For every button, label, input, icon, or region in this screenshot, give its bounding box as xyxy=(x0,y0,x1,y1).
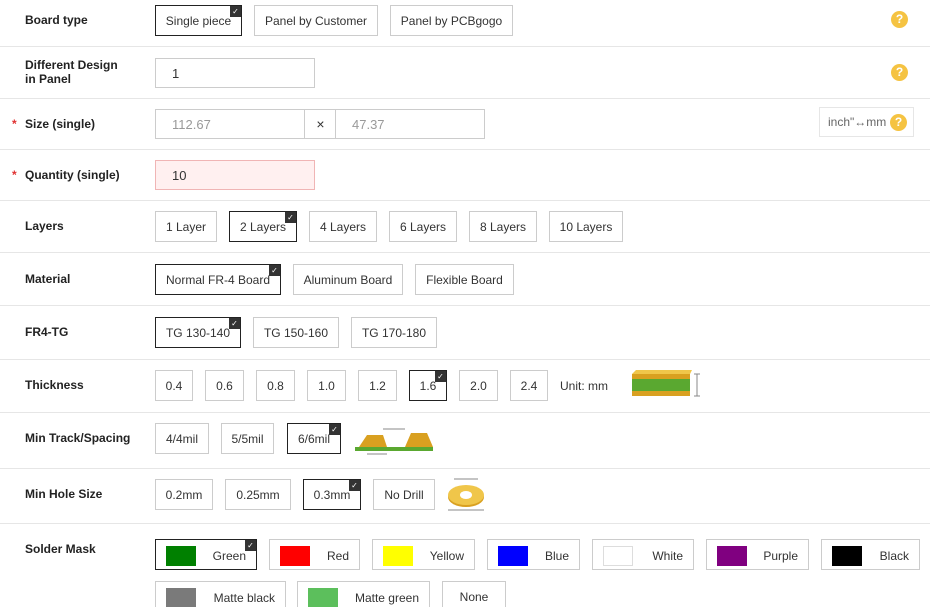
row-fr4-tg: FR4-TG TG 130-140 TG 150-160 TG 170-180 xyxy=(0,306,930,360)
hole-option-0-3[interactable]: 0.3mm xyxy=(303,479,361,510)
thickness-label: Thickness xyxy=(25,378,84,392)
layers-option-6[interactable]: 6 Layers xyxy=(389,211,457,242)
track-option-5-5[interactable]: 5/5mil xyxy=(221,423,274,454)
thickness-option-0-6[interactable]: 0.6 xyxy=(205,370,244,401)
material-option-fr4[interactable]: Normal FR-4 Board xyxy=(155,264,281,295)
material-label: Material xyxy=(25,272,71,286)
color-swatch xyxy=(308,588,338,607)
layers-option-1[interactable]: 1 Layer xyxy=(155,211,217,242)
hole-size-illustration-icon xyxy=(448,478,484,511)
fr4-tg-label: FR4-TG xyxy=(25,325,69,339)
required-mark: * xyxy=(12,168,17,182)
solder-mask-none[interactable]: None xyxy=(442,581,506,607)
size-label: Size (single) xyxy=(25,117,96,131)
board-thickness-illustration-icon xyxy=(632,370,700,397)
color-swatch xyxy=(717,546,747,566)
layers-option-4[interactable]: 4 Layers xyxy=(309,211,377,242)
color-swatch xyxy=(498,546,528,566)
different-design-label-line2: in Panel xyxy=(25,72,72,86)
solder-mask-white[interactable]: White xyxy=(592,539,694,570)
material-option-flexible[interactable]: Flexible Board xyxy=(415,264,514,295)
track-option-4-4[interactable]: 4/4mil xyxy=(155,423,209,454)
layers-option-2[interactable]: 2 Layers xyxy=(229,211,297,242)
quantity-label: Quantity (single) xyxy=(25,168,120,182)
size-height-input[interactable] xyxy=(335,109,485,139)
hole-option-no-drill[interactable]: No Drill xyxy=(373,479,435,510)
layers-option-8[interactable]: 8 Layers xyxy=(469,211,537,242)
solder-mask-purple[interactable]: Purple xyxy=(706,539,809,570)
color-swatch xyxy=(603,546,633,566)
hole-option-0-2[interactable]: 0.2mm xyxy=(155,479,213,510)
solder-mask-label: Solder Mask xyxy=(25,542,96,556)
row-material: Material Normal FR-4 Board Aluminum Boar… xyxy=(0,253,930,306)
row-quantity: * Quantity (single) xyxy=(0,150,930,201)
quantity-input[interactable] xyxy=(155,160,315,190)
help-icon[interactable]: ? xyxy=(891,11,908,28)
color-swatch xyxy=(832,546,862,566)
thickness-option-1-2[interactable]: 1.2 xyxy=(358,370,397,401)
size-separator: × xyxy=(305,109,336,139)
solder-mask-blue[interactable]: Blue xyxy=(487,539,580,570)
color-swatch xyxy=(383,546,413,566)
solder-mask-yellow[interactable]: Yellow xyxy=(372,539,475,570)
row-different-design: Different Design in Panel ? xyxy=(0,47,930,99)
hole-option-0-25[interactable]: 0.25mm xyxy=(225,479,291,510)
row-min-track: Min Track/Spacing 4/4mil 5/5mil 6/6mil xyxy=(0,413,930,469)
thickness-option-1-0[interactable]: 1.0 xyxy=(307,370,346,401)
layers-option-10[interactable]: 10 Layers xyxy=(549,211,623,242)
color-swatch xyxy=(280,546,310,566)
different-design-label-line1: Different Design xyxy=(25,58,118,72)
thickness-option-2-4[interactable]: 2.4 xyxy=(510,370,548,401)
solder-mask-matte-black[interactable]: Matte black xyxy=(155,581,286,607)
row-thickness: Thickness 0.4 0.6 0.8 1.0 1.2 1.6 2.0 2.… xyxy=(0,360,930,413)
track-spacing-illustration-icon xyxy=(355,428,433,455)
thickness-option-0-4[interactable]: 0.4 xyxy=(155,370,193,401)
material-option-aluminum[interactable]: Aluminum Board xyxy=(293,264,403,295)
solder-mask-green[interactable]: Green xyxy=(155,539,257,570)
thickness-option-2-0[interactable]: 2.0 xyxy=(459,370,498,401)
fr4-tg-option-150[interactable]: TG 150-160 xyxy=(253,317,339,348)
different-design-input[interactable] xyxy=(155,58,315,88)
unit-toggle-label: inch"↔mm xyxy=(828,115,887,129)
solder-mask-matte-green[interactable]: Matte green xyxy=(297,581,430,607)
thickness-unit: Unit: mm xyxy=(560,379,608,393)
row-solder-mask: Solder Mask Green Red Yellow Blue White … xyxy=(0,524,930,607)
board-type-panel-customer[interactable]: Panel by Customer xyxy=(254,5,378,36)
layers-label: Layers xyxy=(25,219,64,233)
thickness-option-0-8[interactable]: 0.8 xyxy=(256,370,295,401)
min-track-label: Min Track/Spacing xyxy=(25,431,131,445)
fr4-tg-option-130[interactable]: TG 130-140 xyxy=(155,317,241,348)
help-icon[interactable]: ? xyxy=(891,64,908,81)
solder-mask-black[interactable]: Black xyxy=(821,539,920,570)
row-size: * Size (single) × inch"↔mm ? xyxy=(0,99,930,150)
fr4-tg-option-170[interactable]: TG 170-180 xyxy=(351,317,437,348)
color-swatch xyxy=(166,546,196,566)
track-option-6-6[interactable]: 6/6mil xyxy=(287,423,341,454)
color-swatch xyxy=(166,588,196,607)
row-layers: Layers 1 Layer 2 Layers 4 Layers 6 Layer… xyxy=(0,201,930,253)
board-type-panel-pcbgogo[interactable]: Panel by PCBgogo xyxy=(390,5,513,36)
thickness-option-1-6[interactable]: 1.6 xyxy=(409,370,447,401)
unit-toggle-button[interactable]: inch"↔mm ? xyxy=(819,107,914,137)
min-hole-label: Min Hole Size xyxy=(25,487,103,501)
size-width-input[interactable] xyxy=(155,109,305,139)
board-type-single-piece[interactable]: Single piece xyxy=(155,5,242,36)
help-icon[interactable]: ? xyxy=(890,114,907,131)
required-mark: * xyxy=(12,117,17,131)
solder-mask-red[interactable]: Red xyxy=(269,539,360,570)
board-type-label: Board type xyxy=(25,13,88,27)
row-min-hole: Min Hole Size 0.2mm 0.25mm 0.3mm No Dril… xyxy=(0,469,930,524)
row-board-type: Board type Single piece Panel by Custome… xyxy=(0,0,930,47)
